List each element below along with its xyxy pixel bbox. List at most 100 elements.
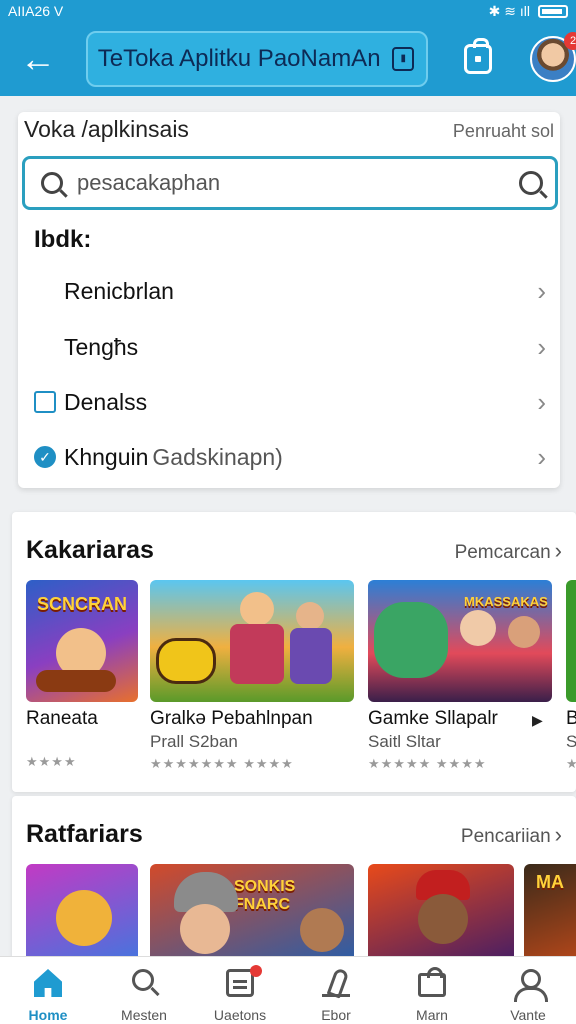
chevron-right-icon: › <box>537 386 546 417</box>
nav-label: Vante <box>510 1007 546 1023</box>
nav-ebor[interactable]: Ebor <box>288 957 384 1024</box>
chevron-right-icon: › <box>537 331 546 362</box>
notification-badge: 2 <box>564 32 576 50</box>
nav-label: Marn <box>416 1007 448 1023</box>
section-header: Kakariaras Pemcarcan › <box>26 536 562 565</box>
search-card-link[interactable]: Penruaht sol <box>453 121 554 142</box>
filter-option-4[interactable]: ✓ Khnguin Gadskinapn) › <box>18 430 560 484</box>
more-label: Pemcarcan <box>454 541 551 563</box>
bag-button[interactable] <box>454 35 502 83</box>
game-tile-2[interactable] <box>150 580 354 702</box>
game-subtitle: Prall S2ban <box>150 732 238 751</box>
boy-art <box>300 908 344 952</box>
status-time: AIIA26 V <box>8 3 64 19</box>
filter-option-3[interactable]: Denalss › <box>18 375 560 429</box>
soldier-art <box>508 616 540 648</box>
hero-head-art <box>240 592 274 626</box>
character-art <box>56 890 112 946</box>
search-icon <box>41 172 63 194</box>
checkbox-checked[interactable]: ✓ <box>34 446 56 468</box>
title-bag-icon: ▮ <box>392 47 415 71</box>
search-card: Voka /aplkinsais Penruaht sol Ibdk: Reni… <box>18 112 560 488</box>
game-rating: ★★★★★★★ ★★★★ <box>150 756 294 771</box>
arrow-left-icon: ← <box>19 38 56 79</box>
nav-profile[interactable]: Vante <box>480 957 576 1024</box>
game-section-2: Ratfariars Pencariian › SONKIS FNARC MA <box>12 796 576 966</box>
status-bar: AIIA26 V ✱ ≋ ıll <box>0 0 576 22</box>
checkbox[interactable] <box>34 391 56 413</box>
nav-search[interactable]: Mesten <box>96 957 192 1024</box>
nav-label: Home <box>28 1007 68 1023</box>
profile-button[interactable]: 2 <box>530 32 576 82</box>
hero-body-art <box>230 624 284 684</box>
game-tile-7[interactable] <box>368 864 514 966</box>
chevron-right-icon: › <box>537 275 546 306</box>
app-bar: ← TeToka Aplitku PaoNamAn ▮ 2 <box>0 22 576 96</box>
filter-option-1[interactable]: Renicbrlan › <box>18 264 560 318</box>
section-more-link[interactable]: Pencariian › <box>461 822 562 848</box>
app-title: TeToka Aplitku PaoNamAn <box>97 45 381 72</box>
board-art <box>36 670 116 692</box>
search-card-header: Voka /aplkinsais Penruaht sol <box>24 116 554 143</box>
game-section-1: Kakariaras Pemcarcan › SCNCRAN Raneata ★★… <box>12 512 576 792</box>
filter-option-label: Tengħs <box>64 333 139 360</box>
game-tile-1[interactable]: SCNCRAN <box>26 580 138 702</box>
more-label: Pencariian <box>460 825 551 847</box>
game-art-text: MA <box>536 872 564 892</box>
market-icon <box>418 967 446 997</box>
section-more-link[interactable]: Pemcarcan › <box>455 538 562 564</box>
section-title: Kakariaras <box>26 536 154 564</box>
game-rating: ★ <box>566 756 576 771</box>
nav-label: Mesten <box>121 1007 167 1023</box>
game-art-text: MKASSAKAS <box>464 594 548 609</box>
game-name[interactable]: Raneata <box>26 708 98 730</box>
filter-option-label: Renicbrlan <box>64 277 174 304</box>
game-art-text: SCNCRAN <box>37 594 127 614</box>
filter-option-label: Khnguin <box>64 443 149 470</box>
game-rating: ★★★★★ ★★★★ <box>368 756 487 771</box>
ally-body-art <box>290 628 332 684</box>
creature-art <box>156 638 216 684</box>
battery-icon <box>538 4 568 18</box>
game-tile-8[interactable]: MA <box>524 864 576 966</box>
caret-right-icon: ▶ <box>532 712 543 728</box>
filter-option-sublabel: Gadskinapn) <box>152 443 283 470</box>
filter-option-label: Denalss <box>64 388 148 415</box>
chevron-right-icon: › <box>554 537 562 563</box>
search-card-title: Voka /aplkinsais <box>24 116 189 142</box>
nav-label: Ebor <box>321 1007 351 1023</box>
game-name[interactable]: Gamke Sllapalr <box>368 708 498 730</box>
game-tile-5[interactable] <box>26 864 138 966</box>
game-name[interactable]: B <box>566 708 576 730</box>
user-icon <box>514 969 548 1002</box>
section-title: Ratfariars <box>26 820 143 848</box>
updates-badge <box>250 965 262 977</box>
game-name[interactable]: Gralkә Pebahlnpan <box>150 708 313 730</box>
shopping-bag-icon <box>464 38 493 74</box>
game-subtitle: S <box>566 732 576 751</box>
chevron-right-icon: › <box>537 441 546 472</box>
game-subtitle: Saitl Sltar <box>368 732 441 751</box>
monster-art <box>374 602 448 678</box>
nav-home[interactable]: Home <box>0 957 96 1024</box>
search-submit-icon[interactable] <box>519 171 543 195</box>
face-art <box>418 894 468 944</box>
game-tile-4[interactable] <box>566 580 576 702</box>
girl-art <box>460 610 496 646</box>
nav-label: Uaetons <box>213 1007 267 1023</box>
game-tile-6[interactable]: SONKIS FNARC <box>150 864 354 966</box>
nav-updates[interactable]: Uaetons <box>192 957 288 1024</box>
filter-option-2[interactable]: Tengħs › <box>18 320 560 374</box>
app-title-bar[interactable]: TeToka Aplitku PaoNamAn ▮ <box>85 31 429 87</box>
search-icon <box>132 969 154 991</box>
status-icons: ✱ ≋ ıll <box>489 3 568 20</box>
back-button[interactable]: ← <box>8 29 68 89</box>
game-tile-3[interactable]: MKASSAKAS <box>368 580 552 702</box>
eboor-icon <box>322 969 350 997</box>
home-icon <box>34 969 62 997</box>
search-input[interactable] <box>77 170 519 196</box>
face-art <box>180 904 230 954</box>
game-art-text: SONKIS FNARC <box>234 878 296 913</box>
nav-market[interactable]: Marn <box>384 957 480 1024</box>
search-box <box>22 156 558 210</box>
